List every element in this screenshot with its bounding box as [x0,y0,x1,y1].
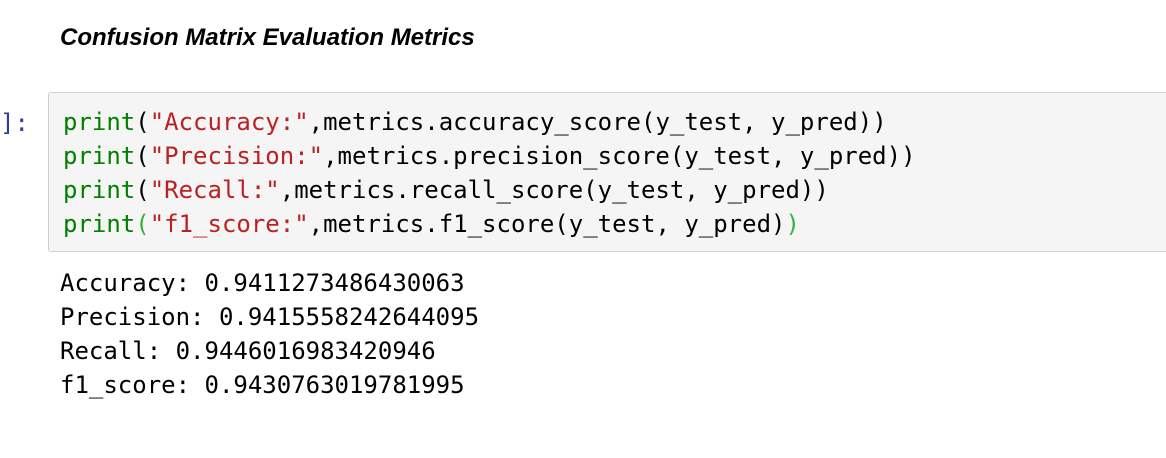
string-literal: "Precision:" [149,142,324,170]
output-line-recall: Recall: 0.9446016983420946 [60,337,436,365]
code-line-recall: print("Recall:",metrics.recall_score(y_t… [63,173,916,207]
close-paren: ) [771,210,786,238]
open-paren: ( [135,142,150,170]
code-editor[interactable]: print("Accuracy:",metrics.accuracy_score… [63,105,916,241]
string-literal: "Accuracy:" [149,108,309,136]
code-cell-input[interactable]: print("Accuracy:",metrics.accuracy_score… [48,92,1166,252]
print-keyword: print [63,142,136,170]
matched-open-paren: ( [135,210,150,238]
output-line-precision: Precision: 0.9415558242644095 [60,303,480,331]
open-paren: ( [135,108,150,136]
print-keyword: print [63,176,136,204]
close-paren: ) [901,142,916,170]
output-line-f1-score: f1_score: 0.9430763019781995 [60,371,465,399]
section-heading: Confusion Matrix Evaluation Metrics [60,24,475,51]
string-literal: "f1_score:" [149,210,309,238]
code-expression: ,metrics.recall_score(y_test, y_pred) [279,176,815,204]
cell-input-prompt: ]: [0,109,29,137]
print-keyword: print [63,108,136,136]
code-expression: ,metrics.precision_score(y_test, y_pred) [323,142,902,170]
code-expression: ,metrics.accuracy_score(y_test, y_pred) [308,108,873,136]
cell-output: Accuracy: 0.9411273486430063 Precision: 0… [60,266,479,402]
notebook-page: Confusion Matrix Evaluation Metrics ]: p… [0,0,1166,458]
output-line-accuracy: Accuracy: 0.9411273486430063 [60,269,465,297]
code-line-accuracy: print("Accuracy:",metrics.accuracy_score… [63,105,916,139]
string-literal: "Recall:" [149,176,280,204]
code-expression: ,metrics.f1_score(y_test, y_pred [308,210,772,238]
print-keyword: print [63,210,136,238]
code-line-precision: print("Precision:",metrics.precision_sco… [63,139,916,173]
code-line-f1: print("f1_score:",metrics.f1_score(y_tes… [63,207,916,241]
close-paren: ) [814,176,829,204]
matched-close-paren: ) [785,210,800,238]
open-paren: ( [135,176,150,204]
close-paren: ) [872,108,887,136]
